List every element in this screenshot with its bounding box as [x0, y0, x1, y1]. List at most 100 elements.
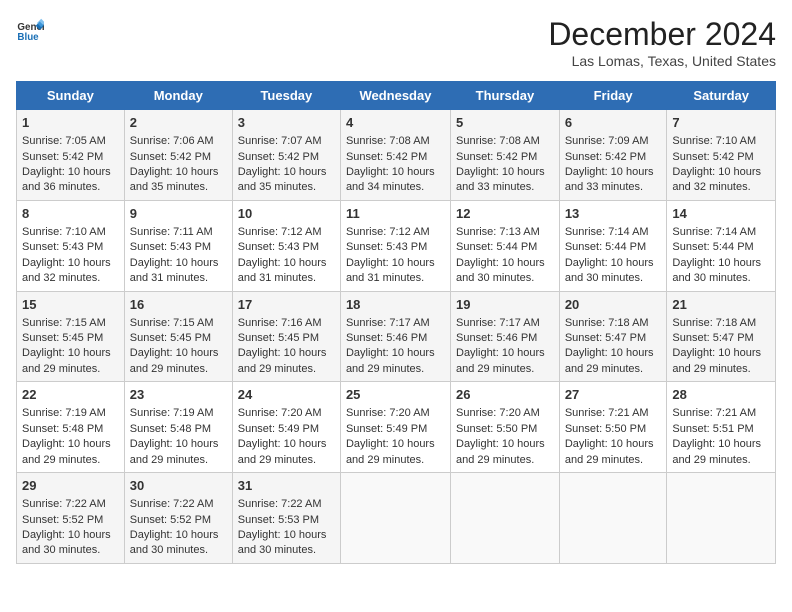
daylight-text: Daylight: 10 hours and 29 minutes.: [565, 347, 654, 374]
day-number: 30: [130, 477, 227, 495]
daylight-text: Daylight: 10 hours and 29 minutes.: [456, 347, 545, 374]
sunset-text: Sunset: 5:47 PM: [565, 332, 646, 344]
sunrise-text: Sunrise: 7:10 AM: [22, 226, 106, 238]
calendar-cell: 12Sunrise: 7:13 AMSunset: 5:44 PMDayligh…: [451, 200, 560, 291]
sunset-text: Sunset: 5:45 PM: [22, 332, 103, 344]
sunrise-text: Sunrise: 7:16 AM: [238, 317, 322, 329]
sunrise-text: Sunrise: 7:11 AM: [130, 226, 213, 238]
daylight-text: Daylight: 10 hours and 30 minutes.: [456, 257, 545, 284]
calendar-week-row: 15Sunrise: 7:15 AMSunset: 5:45 PMDayligh…: [17, 291, 776, 382]
calendar-cell: 18 Sunrise: 7:17 AM Sunset: 5:46 PM Dayligh…: [340, 291, 450, 382]
day-number: 15: [22, 296, 119, 314]
sunrise-text: Sunrise: 7:10 AM: [672, 135, 756, 147]
day-number: 9: [130, 205, 227, 223]
daylight-text: Daylight: 10 hours and 33 minutes.: [456, 166, 545, 193]
day-number: 16: [130, 296, 227, 314]
sunrise-text: Sunrise: 7:17 AM: [456, 317, 540, 329]
daylight-text: Daylight: 10 hours and 29 minutes.: [238, 347, 327, 374]
sunset-text: Sunset: 5:46 PM: [456, 332, 537, 344]
sunset-text: Sunset: 5:43 PM: [130, 241, 211, 253]
location: Las Lomas, Texas, United States: [548, 53, 776, 69]
title-section: December 2024 Las Lomas, Texas, United S…: [548, 16, 776, 69]
daylight-text: Daylight: 10 hours and 35 minutes.: [130, 166, 219, 193]
day-number: 3: [238, 114, 335, 132]
calendar-cell: 31Sunrise: 7:22 AMSunset: 5:53 PMDayligh…: [232, 473, 340, 564]
calendar-cell: 29Sunrise: 7:22 AMSunset: 5:52 PMDayligh…: [17, 473, 125, 564]
sunrise-text: Sunrise: 7:08 AM: [346, 135, 430, 147]
calendar-cell: 13Sunrise: 7:14 AMSunset: 5:44 PMDayligh…: [559, 200, 667, 291]
day-header-sunday: Sunday: [17, 82, 125, 110]
sunset-text: Sunset: 5:49 PM: [346, 423, 427, 435]
logo: General Blue: [16, 16, 44, 44]
daylight-text: Daylight: 10 hours and 31 minutes.: [130, 257, 219, 284]
day-number: 6: [565, 114, 662, 132]
calendar-cell: 3Sunrise: 7:07 AMSunset: 5:42 PMDaylight…: [232, 110, 340, 201]
calendar-cell: [340, 473, 450, 564]
daylight-text: Daylight: 10 hours and 29 minutes.: [130, 438, 219, 465]
sunrise-text: Sunrise: 7:12 AM: [346, 226, 430, 238]
day-number: 20: [565, 296, 662, 314]
sunrise-text: Sunrise: 7:14 AM: [565, 226, 649, 238]
calendar-cell: 7Sunrise: 7:10 AMSunset: 5:42 PMDaylight…: [667, 110, 776, 201]
sunset-text: Sunset: 5:45 PM: [130, 332, 211, 344]
daylight-text: Daylight: 10 hours and 30 minutes.: [565, 257, 654, 284]
sunset-text: Sunset: 5:43 PM: [22, 241, 103, 253]
calendar-cell: 9 Sunrise: 7:11 AM Sunset: 5:43 PM Daylight…: [124, 200, 232, 291]
sunrise-text: Sunrise: 7:22 AM: [22, 498, 106, 510]
day-number: 21: [672, 296, 770, 314]
calendar-cell: 11Sunrise: 7:12 AMSunset: 5:43 PMDayligh…: [340, 200, 450, 291]
day-number: 31: [238, 477, 335, 495]
calendar-cell: 30Sunrise: 7:22 AMSunset: 5:52 PMDayligh…: [124, 473, 232, 564]
page-header: General Blue December 2024 Las Lomas, Te…: [16, 16, 776, 69]
sunrise-text: Sunrise: 7:08 AM: [456, 135, 540, 147]
day-number: 12: [456, 205, 554, 223]
day-number: 5: [456, 114, 554, 132]
daylight-text: Daylight: 10 hours and 29 minutes.: [238, 438, 327, 465]
month-title: December 2024: [548, 16, 776, 53]
sunset-text: Sunset: 5:48 PM: [22, 423, 103, 435]
day-header-wednesday: Wednesday: [340, 82, 450, 110]
day-number: 11: [346, 205, 445, 223]
sunrise-text: Sunrise: 7:20 AM: [456, 407, 540, 419]
logo-icon: General Blue: [16, 16, 44, 44]
calendar-cell: 5Sunrise: 7:08 AMSunset: 5:42 PMDaylight…: [451, 110, 560, 201]
daylight-text: Daylight: 10 hours and 29 minutes.: [672, 438, 761, 465]
sunset-text: Sunset: 5:42 PM: [22, 151, 103, 163]
sunset-text: Sunset: 5:51 PM: [672, 423, 753, 435]
daylight-text: Daylight: 10 hours and 30 minutes.: [22, 529, 111, 556]
day-number: 22: [22, 386, 119, 404]
calendar-cell: 21Sunrise: 7:18 AMSunset: 5:47 PMDayligh…: [667, 291, 776, 382]
sunrise-text: Sunrise: 7:22 AM: [130, 498, 214, 510]
daylight-text: Daylight: 10 hours and 31 minutes.: [346, 257, 435, 284]
calendar-cell: 25Sunrise: 7:20 AMSunset: 5:49 PMDayligh…: [340, 382, 450, 473]
sunset-text: Sunset: 5:44 PM: [672, 241, 753, 253]
calendar-cell: 8Sunrise: 7:10 AMSunset: 5:43 PMDaylight…: [17, 200, 125, 291]
daylight-text: Daylight: 10 hours and 34 minutes.: [346, 166, 435, 193]
sunset-text: Sunset: 5:48 PM: [130, 423, 211, 435]
sunset-text: Sunset: 5:47 PM: [672, 332, 753, 344]
calendar-cell: 26Sunrise: 7:20 AMSunset: 5:50 PMDayligh…: [451, 382, 560, 473]
day-number: 2: [130, 114, 227, 132]
sunset-text: Sunset: 5:46 PM: [346, 332, 427, 344]
daylight-text: Daylight: 10 hours and 29 minutes.: [346, 438, 435, 465]
sunrise-text: Sunrise: 7:19 AM: [130, 407, 214, 419]
daylight-text: Daylight: 10 hours and 29 minutes.: [565, 438, 654, 465]
day-number: 18: [346, 296, 445, 314]
daylight-text: Daylight: 10 hours and 29 minutes.: [456, 438, 545, 465]
daylight-text: Daylight: 10 hours and 30 minutes.: [672, 257, 761, 284]
sunset-text: Sunset: 5:42 PM: [130, 151, 211, 163]
daylight-text: Daylight: 10 hours and 32 minutes.: [22, 257, 111, 284]
sunrise-text: Sunrise: 7:22 AM: [238, 498, 322, 510]
sunset-text: Sunset: 5:42 PM: [565, 151, 646, 163]
calendar-cell: [451, 473, 560, 564]
sunrise-text: Sunrise: 7:05 AM: [22, 135, 106, 147]
calendar-cell: 23Sunrise: 7:19 AMSunset: 5:48 PMDayligh…: [124, 382, 232, 473]
svg-text:Blue: Blue: [17, 32, 39, 43]
sunrise-text: Sunrise: 7:17 AM: [346, 317, 430, 329]
calendar-cell: 14Sunrise: 7:14 AMSunset: 5:44 PMDayligh…: [667, 200, 776, 291]
daylight-text: Daylight: 10 hours and 29 minutes.: [346, 347, 435, 374]
sunrise-text: Sunrise: 7:12 AM: [238, 226, 322, 238]
calendar-cell: 28Sunrise: 7:21 AMSunset: 5:51 PMDayligh…: [667, 382, 776, 473]
calendar-week-row: 22 Sunrise: 7:19 AM Sunset: 5:48 PM Dayligh…: [17, 382, 776, 473]
day-number: 14: [672, 205, 770, 223]
